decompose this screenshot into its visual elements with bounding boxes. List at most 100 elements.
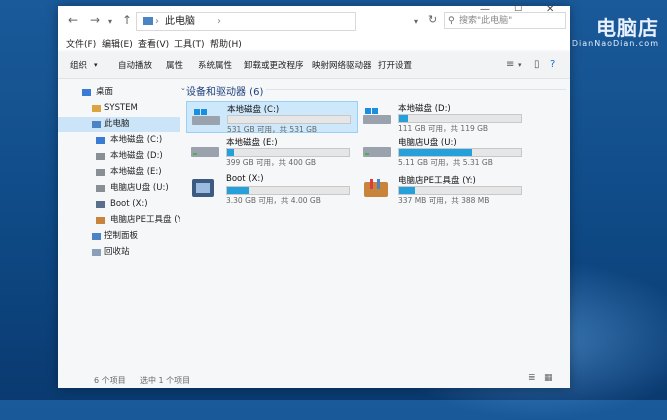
drive-item-d[interactable]: 本地磁盘 (D:) 111 GB 可用，共 119 GB: [358, 101, 528, 133]
sidebar-item-label: 电脑店U盘 (U:): [110, 183, 169, 193]
section-title[interactable]: 设备和驱动器 (6): [186, 83, 263, 98]
sidebar-item-drive-x[interactable]: Boot (X:): [58, 197, 180, 212]
drive-name: 电脑店PE工具盘 (Y:): [398, 176, 476, 186]
sidebar-item-label: 此电脑: [104, 119, 130, 129]
sidebar-item-label: 回收站: [104, 247, 130, 257]
toolbar-system-properties[interactable]: 系统属性: [198, 59, 232, 71]
drive-usage-bar: [227, 115, 351, 124]
status-selected: 选中 1 个项目: [140, 376, 191, 385]
drive-name: 电脑店U盘 (U:): [398, 138, 457, 148]
drive-item-y[interactable]: 电脑店PE工具盘 (Y:) 337 MB 可用，共 388 MB: [358, 173, 528, 205]
menu-edit[interactable]: 编辑(E): [102, 37, 133, 50]
windows-drive-icon: [192, 109, 220, 125]
drive-item-u[interactable]: 电脑店U盘 (U:) 5.11 GB 可用，共 5.31 GB: [358, 135, 528, 167]
toolbar-uninstall[interactable]: 卸载或更改程序: [244, 59, 304, 71]
menu-tools[interactable]: 工具(T): [174, 37, 205, 50]
search-icon: ⚲: [448, 16, 455, 26]
view-options-icon[interactable]: ≡: [506, 59, 514, 70]
menu-bar: 文件(F) 编辑(E) 查看(V) 工具(T) 帮助(H): [58, 36, 570, 50]
toolbar-properties[interactable]: 属性: [166, 59, 183, 71]
view-dropdown-icon[interactable]: ▾: [518, 61, 522, 69]
back-icon[interactable]: ←: [68, 13, 78, 27]
watermark-brand: 电脑店: [596, 16, 659, 40]
sidebar-item-drive-e[interactable]: 本地磁盘 (E:): [58, 165, 180, 180]
sidebar-item-drive-y[interactable]: 电脑店PE工具盘 (Y: [58, 213, 180, 228]
computer-icon: [92, 121, 101, 128]
explorer-window: ← → ▾ ↑ › 此电脑 › ▾ ↻ ⚲ 搜索"此电脑" — ☐ ✕ 文件(F…: [58, 4, 570, 388]
toolbar-map-network-drive[interactable]: 映射网络驱动器: [312, 59, 372, 71]
sidebar-item-drive-u[interactable]: 电脑店U盘 (U:): [58, 181, 180, 196]
sidebar-item-label: 电脑店PE工具盘 (Y: [110, 215, 180, 225]
content-pane: ⌄ 设备和驱动器 (6) 本地磁盘 (C:) 531 GB 可用，共 531 G…: [180, 79, 570, 369]
drive-icon: [96, 169, 105, 176]
preview-pane-icon[interactable]: ▯: [534, 59, 540, 70]
minimize-button[interactable]: —: [480, 4, 490, 15]
path-box[interactable]: › 此电脑 ›: [136, 12, 356, 31]
sidebar-item-label: 桌面: [96, 87, 114, 97]
sidebar-item-desktop[interactable]: 桌面: [58, 85, 180, 100]
details-view-icon[interactable]: ≣: [528, 373, 536, 383]
windows-drive-icon: [363, 108, 391, 124]
section-collapse-icon[interactable]: ⌄: [180, 84, 186, 92]
menu-file[interactable]: 文件(F): [66, 37, 96, 50]
sidebar-item-label: SYSTEM: [104, 103, 138, 113]
close-button[interactable]: ✕: [546, 4, 554, 15]
drive-usage-bar: [226, 148, 350, 157]
sidebar-item-this-pc[interactable]: 此电脑: [58, 117, 180, 132]
sidebar-item-recycle-bin[interactable]: 回收站: [58, 245, 180, 260]
boot-drive-icon: [96, 201, 105, 208]
tools-disk-icon: [96, 217, 105, 224]
forward-icon[interactable]: →: [90, 13, 100, 27]
drive-item-x[interactable]: Boot (X:) 3.30 GB 可用，共 4.00 GB: [186, 173, 356, 205]
control-panel-icon: [92, 233, 101, 240]
menu-help[interactable]: 帮助(H): [210, 37, 242, 50]
drive-usage-bar: [226, 186, 350, 195]
drive-item-e[interactable]: 本地磁盘 (E:) 399 GB 可用，共 400 GB: [186, 135, 356, 167]
sidebar-item-drive-d[interactable]: 本地磁盘 (D:): [58, 149, 180, 164]
sidebar-item-label: 本地磁盘 (C:): [110, 135, 163, 145]
drive-size: 111 GB 可用，共 119 GB: [398, 124, 489, 133]
sidebar-item-label: 本地磁盘 (D:): [110, 151, 163, 161]
drive-name: 本地磁盘 (E:): [226, 138, 278, 148]
tiles-view-icon[interactable]: ▦: [544, 373, 553, 383]
section-divider: [266, 89, 566, 90]
drive-size: 399 GB 可用，共 400 GB: [226, 158, 317, 167]
system-drive-icon: [96, 137, 105, 144]
drive-icon: [96, 153, 105, 160]
drive-size: 3.30 GB 可用，共 4.00 GB: [226, 196, 321, 205]
help-icon[interactable]: ?: [550, 59, 555, 70]
organize-dropdown-icon[interactable]: ▾: [94, 61, 98, 69]
path-label[interactable]: 此电脑: [165, 13, 195, 30]
usb-drive-icon: [363, 147, 391, 157]
drive-item-c[interactable]: 本地磁盘 (C:) 531 GB 可用，共 531 GB: [186, 101, 358, 134]
up-icon[interactable]: ↑: [122, 13, 132, 27]
maximize-button[interactable]: ☐: [514, 4, 522, 14]
drive-usage-bar: [398, 148, 522, 157]
computer-icon: [143, 17, 153, 25]
drive-usage-bar: [398, 114, 522, 123]
pe-tools-icon: [364, 179, 388, 197]
recycle-bin-icon: [92, 249, 101, 256]
drive-size: 5.11 GB 可用，共 5.31 GB: [398, 158, 493, 167]
path-separator: ›: [155, 16, 159, 27]
brand-watermark: 电脑店 DianNaoDian.com: [572, 18, 659, 48]
desktop-folder-icon: [82, 89, 91, 96]
sidebar-item-drive-c[interactable]: 本地磁盘 (C:): [58, 133, 180, 148]
watermark-domain: DianNaoDian.com: [571, 39, 659, 48]
sidebar-item-system[interactable]: SYSTEM: [58, 101, 180, 116]
toolbar-open-settings[interactable]: 打开设置: [378, 59, 412, 71]
address-dropdown-icon[interactable]: ▾: [414, 17, 418, 26]
navigation-pane: 桌面 SYSTEM 此电脑 本地磁盘 (C:) 本地磁盘 (D:) 本地磁盘 (…: [58, 79, 180, 369]
drive-size: 337 MB 可用，共 388 MB: [398, 196, 490, 205]
menu-view[interactable]: 查看(V): [138, 37, 169, 50]
drive-name: 本地磁盘 (D:): [398, 104, 451, 114]
toolbar-organize[interactable]: 组织: [70, 59, 87, 71]
refresh-icon[interactable]: ↻: [428, 13, 437, 26]
toolbar-autoplay[interactable]: 自动播放: [118, 59, 152, 71]
status-item-count: 6 个项目: [94, 376, 126, 385]
recent-dropdown-icon[interactable]: ▾: [108, 17, 112, 26]
sidebar-item-control-panel[interactable]: 控制面板: [58, 229, 180, 244]
drive-name: Boot (X:): [226, 174, 264, 184]
path-chevron-icon[interactable]: ›: [217, 13, 221, 30]
drive-name: 本地磁盘 (C:): [227, 105, 280, 115]
